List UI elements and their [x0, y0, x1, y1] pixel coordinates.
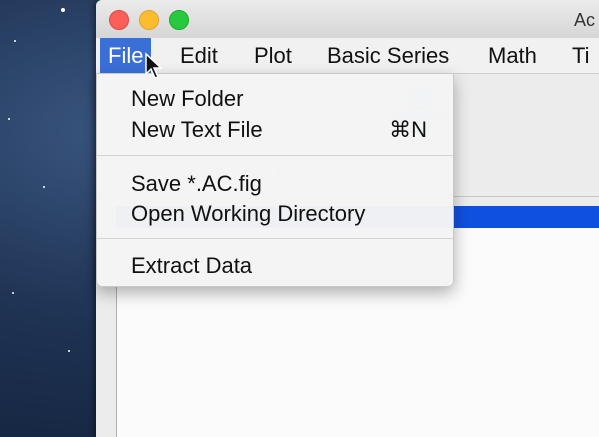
menu-separator — [97, 238, 453, 239]
menu-edit[interactable]: Edit — [172, 38, 226, 73]
menu-item-save-fig[interactable]: Save *.AC.fig — [131, 170, 262, 198]
title-bar: Ac — [96, 0, 599, 38]
menu-item-new-text-file[interactable]: New Text File — [131, 116, 263, 144]
star — [61, 8, 65, 12]
menu-math[interactable]: Math — [480, 38, 545, 73]
menu-plot[interactable]: Plot — [246, 38, 300, 73]
star — [14, 40, 16, 42]
menu-item-extract-data[interactable]: Extract Data — [131, 252, 252, 280]
menu-separator — [97, 155, 453, 156]
mouse-cursor-icon — [145, 52, 163, 79]
menu-bar: File Edit Plot Basic Series Math Ti — [96, 38, 599, 74]
zoom-button[interactable] — [169, 10, 189, 30]
menu-item-open-working-directory[interactable]: Open Working Directory — [131, 200, 365, 228]
shortcut-label: ⌘N — [389, 117, 427, 142]
file-dropdown-menu: New Folder New Text File ⌘N Save *.AC.fi… — [96, 73, 454, 287]
star — [8, 118, 10, 120]
star — [12, 292, 14, 294]
close-button[interactable] — [109, 10, 129, 30]
menu-ti[interactable]: Ti — [564, 38, 598, 73]
minimize-button[interactable] — [139, 10, 159, 30]
star — [43, 186, 45, 188]
menu-item-new-folder[interactable]: New Folder — [131, 85, 243, 113]
menu-basic-series[interactable]: Basic Series — [319, 38, 457, 73]
star — [68, 350, 70, 352]
window-title: Ac — [574, 10, 596, 30]
